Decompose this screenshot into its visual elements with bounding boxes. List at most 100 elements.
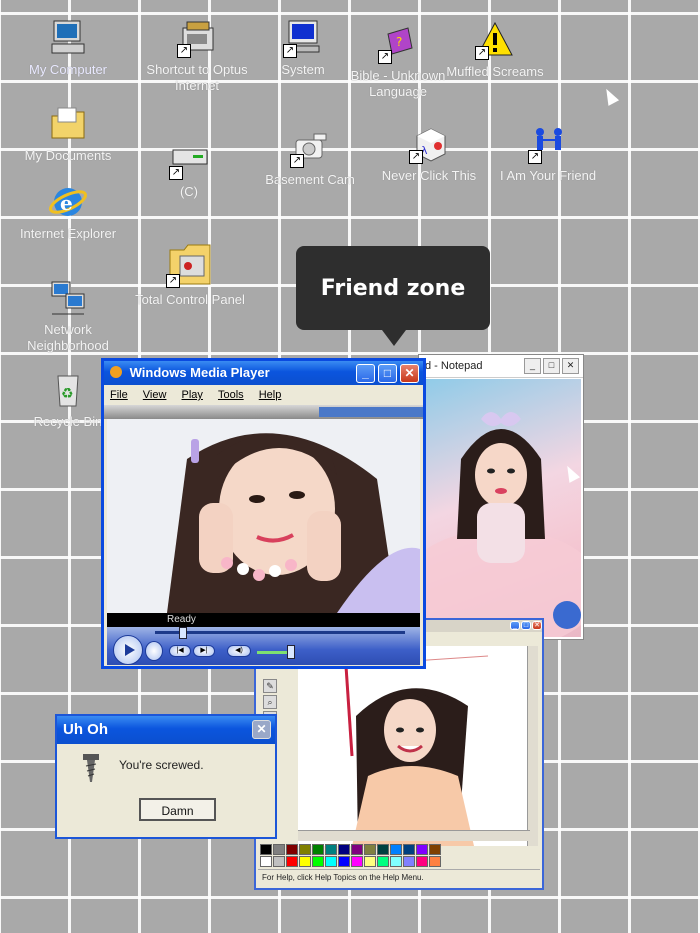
seek-thumb-icon[interactable] [179,627,187,639]
desktop-icon-c-drive[interactable]: ↗ (C) [134,140,244,200]
cube-icon: λ ↗ [409,124,449,164]
close-button[interactable]: ✕ [252,720,271,739]
minimize-button[interactable]: _ [510,621,520,630]
maximize-button[interactable]: □ [521,621,531,630]
color-swatch[interactable] [299,856,311,867]
color-swatch[interactable] [273,844,285,855]
desktop-icon-muffled-screams[interactable]: ↗ Muffled Screams [440,20,550,80]
play-button[interactable] [113,635,143,665]
color-swatch[interactable] [377,844,389,855]
color-swatch[interactable] [338,856,350,867]
color-swatch[interactable] [312,856,324,867]
color-palette[interactable] [260,844,442,867]
color-swatch[interactable] [364,844,376,855]
desktop-icon-system[interactable]: ↗ System [248,18,358,78]
phone-icon: ↗ [177,18,217,58]
notepad-titlebar[interactable]: d - Notepad _ □ ✕ [419,355,583,378]
minimize-button[interactable]: _ [524,358,541,374]
icon-label: Network Neighborhood [27,322,109,353]
desktop-icon-never-click-this[interactable]: λ ↗ Never Click This [374,124,484,184]
maximize-button[interactable]: □ [543,358,560,374]
color-swatch[interactable] [390,844,402,855]
mouse-cursor [600,86,620,106]
color-swatch[interactable] [286,844,298,855]
desktop-icon-optus[interactable]: ↗ Shortcut to Optus Internet [142,18,252,94]
menu-help[interactable]: Help [259,389,282,401]
color-swatch[interactable] [351,844,363,855]
computer-icon [48,18,88,58]
paint-canvas[interactable] [298,646,530,846]
desktop-icon-bible[interactable]: ? ↗ Bible - Unknown Language [343,24,453,100]
stop-button[interactable] [145,641,163,661]
wmp-status-bar: Ready [107,613,420,627]
menu-view[interactable]: View [143,389,167,401]
color-swatch[interactable] [403,844,415,855]
icon-label: My Documents [24,148,112,163]
wmp-top-bar[interactable] [104,405,423,419]
menu-play[interactable]: Play [182,389,203,401]
color-swatch[interactable] [338,844,350,855]
color-swatch[interactable] [429,844,441,855]
previous-button[interactable]: |◀ [169,645,191,657]
color-swatch[interactable] [260,844,272,855]
desktop-icon-my-documents[interactable]: My Documents [13,104,123,164]
menu-tools[interactable]: Tools [218,389,244,401]
menu-file[interactable]: File [110,389,128,401]
dialog-message: You're screwed. [119,758,204,772]
uh-oh-dialog[interactable]: Uh Oh ✕ You're screwed. Damn [55,714,277,839]
color-swatch[interactable] [416,844,428,855]
color-swatch[interactable] [416,856,428,867]
notepad-window[interactable]: d - Notepad _ □ ✕ [418,354,584,640]
desktop-icon-network-neighborhood[interactable]: Network Neighborhood [13,278,123,354]
next-button[interactable]: ▶| [193,645,215,657]
color-swatch[interactable] [273,856,285,867]
warning-icon: ↗ [475,20,515,60]
minimize-button[interactable]: _ [356,364,375,383]
vertical-scrollbar[interactable] [527,646,538,846]
damn-button[interactable]: Damn [139,798,216,821]
desktop-icon-my-computer[interactable]: My Computer [13,18,123,78]
color-swatch[interactable] [312,844,324,855]
color-swatch[interactable] [390,856,402,867]
color-swatch[interactable] [325,844,337,855]
mute-button[interactable]: ◀) [227,645,251,657]
media-player-window[interactable]: Windows Media Player _ □ ✕ File View Pla… [101,358,426,669]
paint-status-text: For Help, click Help Topics on the Help … [262,873,424,882]
damn-button-label: Damn [161,804,194,818]
desktop-icon-i-am-your-friend[interactable]: ↗ I Am Your Friend [493,124,603,184]
wmp-titlebar[interactable]: Windows Media Player _ □ ✕ [104,361,423,385]
color-swatch[interactable] [403,856,415,867]
wmp-controls: |◀ ▶| ◀) [107,627,420,665]
svg-text:e: e [60,191,73,215]
paint-status-bar: For Help, click Help Topics on the Help … [258,869,540,886]
color-swatch[interactable] [260,856,272,867]
desktop-icon-total-control-panel[interactable]: ↗ Total Control Panel [134,242,246,308]
desktop-icon-basement-cam[interactable]: ↗ Basement Cam [248,128,372,188]
network-icon [48,278,88,318]
desktop-icon-internet-explorer[interactable]: e Internet Explorer [13,182,123,242]
icon-label: System [281,62,325,77]
control-panel-icon: ↗ [166,242,214,288]
dialog-titlebar[interactable]: Uh Oh ✕ [57,716,275,744]
pencil-tool-icon[interactable]: ✎ [263,679,277,693]
dialog-title: Uh Oh [63,721,108,738]
icon-label: Basement Cam [265,172,355,187]
volume-thumb-icon[interactable] [287,645,295,659]
magnifier-tool-icon[interactable]: ⌕ [263,695,277,709]
color-swatch[interactable] [429,856,441,867]
color-swatch[interactable] [325,856,337,867]
wmp-video-area[interactable] [107,419,420,613]
ie-icon: e [48,182,88,222]
close-button[interactable]: ✕ [400,364,419,383]
wmp-seek-slider[interactable] [155,631,405,634]
wmp-menu-bar: File View Play Tools Help [104,385,423,405]
color-swatch[interactable] [364,856,376,867]
maximize-button[interactable]: □ [378,364,397,383]
color-swatch[interactable] [377,856,389,867]
color-swatch[interactable] [299,844,311,855]
color-swatch[interactable] [286,856,298,867]
horizontal-scrollbar[interactable] [298,830,530,841]
color-swatch[interactable] [351,856,363,867]
close-button[interactable]: ✕ [532,621,542,630]
close-button[interactable]: ✕ [562,358,579,374]
